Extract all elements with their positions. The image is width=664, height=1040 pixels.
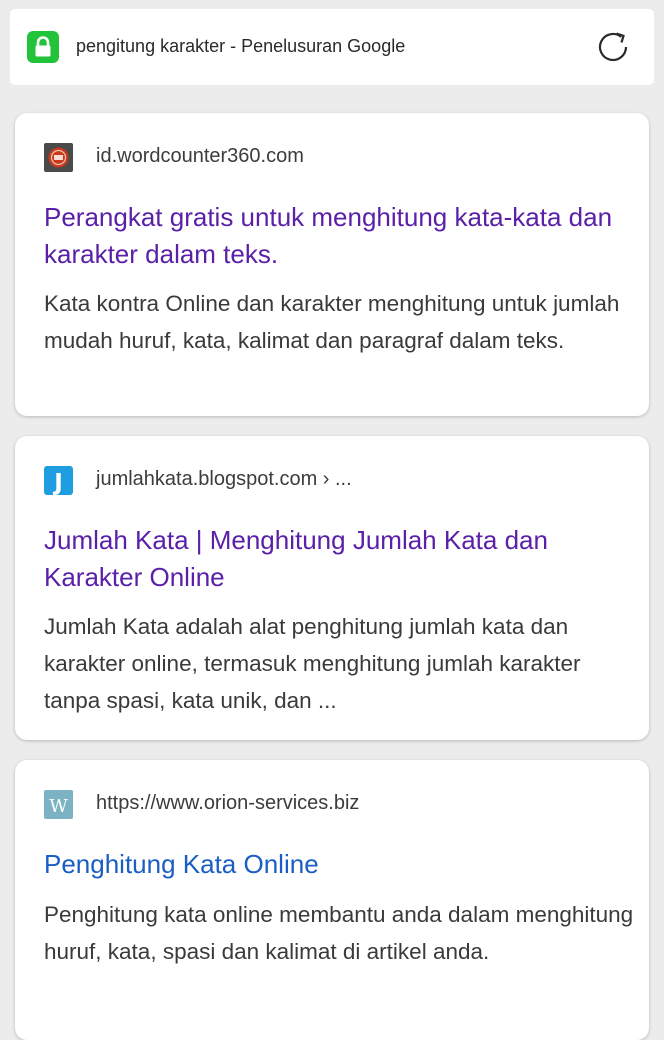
jumlahkata-favicon-icon: J <box>44 466 73 495</box>
result-snippet: Kata kontra Online dan karakter menghitu… <box>44 291 620 353</box>
svg-text:J: J <box>52 470 63 495</box>
result-site[interactable]: https://www.orion-services.biz <box>96 792 359 815</box>
result-title-link[interactable]: Penghitung Kata Online <box>44 846 634 883</box>
svg-text:W: W <box>49 796 68 817</box>
search-result-card[interactable]: W https://www.orion-services.biz Penghit… <box>15 760 649 1040</box>
result-snippet: Jumlah Kata adalah alat penghitung jumla… <box>44 614 581 713</box>
orion-favicon-icon: W <box>44 790 73 819</box>
result-title-link[interactable]: Perangkat gratis untuk menghitung kata-k… <box>44 199 634 273</box>
search-result-card[interactable]: J jumlahkata.blogspot.com › ... Jumlah K… <box>15 436 649 740</box>
wordcounter-favicon-icon <box>44 143 73 172</box>
lock-icon <box>27 31 59 63</box>
result-site[interactable]: jumlahkata.blogspot.com › ... <box>96 468 352 491</box>
result-title-link[interactable]: Jumlah Kata | Menghitung Jumlah Kata dan… <box>44 522 634 596</box>
result-snippet: Penghitung kata online membantu anda dal… <box>44 902 634 964</box>
result-site[interactable]: id.wordcounter360.com <box>96 145 304 168</box>
address-bar[interactable]: pengitung karakter - Penelusuran Google <box>10 9 654 85</box>
search-result-card[interactable]: id.wordcounter360.com Perangkat gratis u… <box>15 113 649 416</box>
page-title-address[interactable]: pengitung karakter - Penelusuran Google <box>76 36 405 57</box>
reload-icon[interactable] <box>594 28 632 66</box>
